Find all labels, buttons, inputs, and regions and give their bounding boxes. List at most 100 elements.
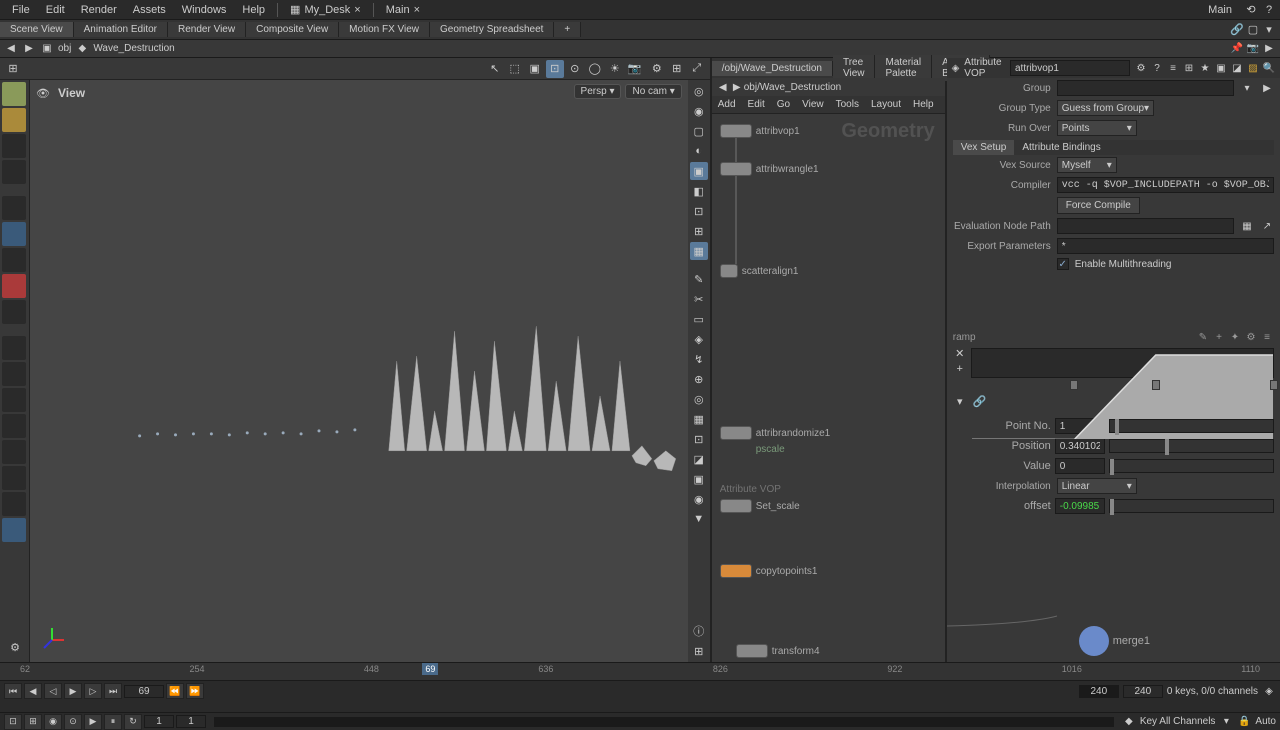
menu-assets[interactable]: Assets xyxy=(125,4,174,16)
ramp-add-icon[interactable]: + xyxy=(1212,330,1226,344)
path-obj-icon[interactable]: ▣ xyxy=(40,42,54,56)
viewport-layout-icon[interactable]: ⊞ xyxy=(668,60,686,78)
select-mode-icon[interactable]: ⬚ xyxy=(506,60,524,78)
path-network[interactable]: Wave_Destruction xyxy=(93,43,174,54)
net-back-icon[interactable]: ◀ xyxy=(716,80,730,94)
bb-tool-2[interactable]: ⊞ xyxy=(24,714,42,730)
nav-fwd-icon[interactable]: ▶ xyxy=(22,42,36,56)
tl-range-end-field[interactable] xyxy=(1123,685,1163,698)
vr-tool-15[interactable]: ⊕ xyxy=(690,370,708,388)
bb-loop-icon[interactable]: ↻ xyxy=(124,714,142,730)
offset-field[interactable] xyxy=(1055,498,1105,514)
params-star-icon[interactable]: ★ xyxy=(1198,61,1212,75)
vr-tool-5[interactable]: ▣ xyxy=(690,162,708,180)
bb-tool-5[interactable]: ▶ xyxy=(84,714,102,730)
bb-tool-3[interactable]: ◉ xyxy=(44,714,62,730)
tab-composite-view[interactable]: Composite View xyxy=(246,22,339,37)
tl-prev-button[interactable]: ◀ xyxy=(24,683,42,699)
pane-link-icon[interactable]: 🔗 xyxy=(1230,23,1244,37)
net-fwd-icon[interactable]: ▶ xyxy=(730,80,744,94)
timeline-track[interactable]: 62254 448636 826922 10161110 69 xyxy=(0,663,1280,681)
shelf-tool-3[interactable] xyxy=(2,160,26,184)
net-path-network[interactable]: Wave_Destruction xyxy=(760,82,841,93)
pane-max-icon[interactable]: ▢ xyxy=(1246,23,1260,37)
shelf-tool-7[interactable] xyxy=(2,336,26,360)
eval-path-picker-icon[interactable]: ▦ xyxy=(1240,219,1254,233)
group-dropdown-icon[interactable]: ▾ xyxy=(1240,81,1254,95)
path-snapshot-icon[interactable]: 📷 xyxy=(1246,42,1260,56)
shelf-tool-12[interactable] xyxy=(2,466,26,490)
camera-dropdown[interactable]: No cam ▾ xyxy=(625,84,681,99)
bb-range-slider[interactable] xyxy=(214,717,1114,727)
vr-tool-1[interactable]: ◎ xyxy=(690,82,708,100)
node-copytopoints1[interactable]: copytopoints1 xyxy=(720,564,818,578)
tab-animation-editor[interactable]: Animation Editor xyxy=(74,22,168,37)
vr-tool-9[interactable]: ▦ xyxy=(690,242,708,260)
path-obj[interactable]: obj xyxy=(58,43,71,54)
vp-grid-icon[interactable]: ⊞ xyxy=(4,60,22,78)
tab-geometry-spreadsheet[interactable]: Geometry Spreadsheet xyxy=(430,22,554,37)
main-tab[interactable]: Main × xyxy=(378,4,428,16)
bb-lock-icon[interactable]: 🔒 xyxy=(1237,715,1251,729)
tl-stepback-button[interactable]: ⏪ xyxy=(166,683,184,699)
shelf-tool-arrow[interactable] xyxy=(2,196,26,220)
value-field[interactable] xyxy=(1055,458,1105,474)
compiler-field[interactable] xyxy=(1057,177,1274,193)
viewport-canvas[interactable] xyxy=(30,102,688,660)
tab-attribute-bindings[interactable]: Attribute Bindings xyxy=(1014,140,1108,155)
eval-path-open-icon[interactable]: ↗ xyxy=(1260,219,1274,233)
multithreading-checkbox[interactable]: ✓ xyxy=(1057,258,1069,270)
group-type-select[interactable]: Guess from Group▾ xyxy=(1057,100,1154,116)
display-options-icon[interactable]: ⚙ xyxy=(648,60,666,78)
main-right-tab[interactable]: Main xyxy=(1200,4,1240,16)
vr-tool-20[interactable]: ▣ xyxy=(690,470,708,488)
lighting-icon[interactable]: ☀ xyxy=(606,60,624,78)
vp-eye-icon[interactable]: 👁 xyxy=(34,84,52,102)
bb-tool-6[interactable]: ⏸ xyxy=(104,714,122,730)
shelf-tool-1[interactable] xyxy=(2,108,26,132)
sync-icon[interactable]: ⟲ xyxy=(1244,3,1258,17)
vr-tool-2[interactable]: ◉ xyxy=(690,102,708,120)
net-menu-layout[interactable]: Layout xyxy=(865,99,907,110)
run-over-select[interactable]: Points▾ xyxy=(1057,120,1137,136)
vr-tool-8[interactable]: ⊞ xyxy=(690,222,708,240)
shelf-tool-11[interactable] xyxy=(2,440,26,464)
help-icon[interactable]: ? xyxy=(1262,3,1276,17)
point-no-slider[interactable] xyxy=(1109,419,1274,433)
vr-info-icon[interactable]: ⓘ xyxy=(690,622,708,640)
ramp-menu-icon[interactable]: ≡ xyxy=(1260,330,1274,344)
bb-tool-1[interactable]: ⊡ xyxy=(4,714,22,730)
snap-grid-icon[interactable]: ⊡ xyxy=(546,60,564,78)
timeline-current-frame[interactable]: 69 xyxy=(422,663,438,675)
vr-tool-22[interactable]: ▼ xyxy=(690,510,708,528)
path-pin-icon[interactable]: 📌 xyxy=(1230,42,1244,56)
vr-tool-19[interactable]: ◪ xyxy=(690,450,708,468)
tab-add[interactable]: + xyxy=(554,22,581,37)
node-set-scale[interactable]: Attribute VOP Set_scale xyxy=(720,484,800,513)
vr-tool-18[interactable]: ⊡ xyxy=(690,430,708,448)
params-flag1-icon[interactable]: ▣ xyxy=(1214,61,1228,75)
ramp-handle-3[interactable] xyxy=(1270,380,1278,390)
group-picker-icon[interactable]: ▶ xyxy=(1260,81,1274,95)
snap-curve-icon[interactable]: ◯ xyxy=(586,60,604,78)
tl-end-field[interactable] xyxy=(1079,685,1119,698)
position-slider[interactable] xyxy=(1109,439,1274,453)
bb-rangestart-field[interactable] xyxy=(176,715,206,728)
shelf-tool-10[interactable] xyxy=(2,414,26,438)
net-menu-help[interactable]: Help xyxy=(907,99,940,110)
shelf-tool-lock[interactable] xyxy=(2,222,26,246)
vr-tool-3[interactable]: ▢ xyxy=(690,122,708,140)
ramp-star-icon[interactable]: ✦ xyxy=(1228,330,1242,344)
shelf-tool-6[interactable] xyxy=(2,300,26,324)
ramp-collapse-icon[interactable]: ▾ xyxy=(953,394,967,408)
vp-bl-tool-icon[interactable]: ⚙ xyxy=(8,640,22,654)
eval-path-field[interactable] xyxy=(1057,218,1234,234)
net-tab-path[interactable]: /obj/Wave_Destruction xyxy=(712,61,833,76)
shelf-tool-9[interactable] xyxy=(2,388,26,412)
menu-help[interactable]: Help xyxy=(234,4,273,16)
desk-close-icon[interactable]: × xyxy=(354,4,360,16)
node-attribvop1[interactable]: attribvop1 xyxy=(720,124,800,138)
pane-menu-icon[interactable]: ▾ xyxy=(1262,23,1276,37)
ramp-handle-1[interactable] xyxy=(1070,380,1078,390)
menu-file[interactable]: File xyxy=(4,4,38,16)
